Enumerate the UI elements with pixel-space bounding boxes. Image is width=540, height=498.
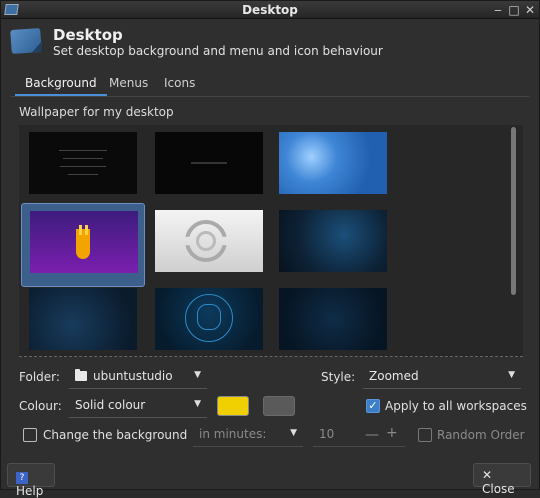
decrement-icon[interactable]: — [365, 427, 379, 443]
colour-combo[interactable]: Solid colour ▼ [69, 394, 207, 418]
wallpaper-thumb[interactable] [271, 281, 395, 356]
wallpaper-thumb[interactable] [21, 281, 145, 356]
random-order-checkbox[interactable] [418, 428, 432, 442]
colour-value: Solid colour [75, 398, 146, 412]
wallpaper-section-label: Wallpaper for my desktop [19, 105, 174, 119]
dialog-subtitle: Set desktop background and menu and icon… [53, 44, 383, 58]
wallpaper-dark-blue-1 [279, 210, 387, 272]
help-icon: ? [16, 472, 28, 484]
close-icon: ✕ [482, 468, 493, 482]
folder-label: Folder: [19, 370, 60, 384]
wallpaper-thumb[interactable] [271, 203, 395, 287]
chevron-down-icon: ▼ [290, 428, 297, 438]
wallpaper-thumb[interactable] [147, 203, 271, 287]
wallpaper-dark-blue-mascot [155, 288, 263, 350]
folder-value: ubuntustudio [93, 369, 173, 383]
titlebar[interactable]: Desktop ‒ □ ✕ [1, 1, 539, 19]
tab-divider [11, 96, 529, 97]
close-window-icon[interactable]: ✕ [523, 3, 537, 17]
gallery-scrollbar[interactable] [509, 125, 519, 357]
wallpaper-thumb[interactable] [271, 125, 395, 209]
change-background-label[interactable]: Change the background [43, 428, 187, 442]
gallery-scrollbar-thumb[interactable] [511, 127, 516, 295]
style-combo[interactable]: Zoomed ▼ [363, 365, 521, 389]
tab-background[interactable]: Background [15, 72, 107, 96]
wallpaper-dark-text [29, 132, 137, 194]
apply-all-checkbox[interactable]: ✓ [366, 399, 380, 413]
style-value: Zoomed [369, 369, 419, 383]
wallpaper-gallery[interactable] [19, 125, 523, 357]
wallpaper-thumb[interactable] [147, 125, 271, 209]
wallpaper-blue-bokeh [279, 132, 387, 194]
interval-combo[interactable]: in minutes: ▼ [193, 423, 303, 447]
chevron-down-icon: ▼ [508, 370, 515, 380]
interval-amount: 10 [319, 427, 335, 441]
folder-combo[interactable]: ubuntustudio ▼ [69, 365, 207, 389]
wallpaper-dark-minimal [155, 132, 263, 194]
desktop-settings-window: Desktop ‒ □ ✕ Desktop Set desktop backgr… [0, 0, 540, 498]
secondary-colour-button[interactable] [263, 396, 295, 416]
close-button[interactable]: ✕ Close [473, 463, 531, 496]
primary-colour-button[interactable] [217, 396, 249, 416]
tab-icons[interactable]: Icons [154, 72, 205, 96]
desktop-settings-icon [10, 27, 42, 55]
folder-icon [75, 369, 87, 381]
dialog-header: Desktop Set desktop background and menu … [1, 20, 539, 64]
tab-menus[interactable]: Menus [99, 72, 158, 96]
help-label: Help [16, 484, 44, 498]
window-title: Desktop [242, 3, 298, 17]
wallpaper-light-circles [155, 210, 263, 272]
style-label: Style: [321, 370, 356, 384]
chevron-down-icon: ▼ [194, 399, 201, 409]
change-background-checkbox[interactable] [23, 428, 37, 442]
wallpaper-thumb[interactable] [147, 281, 271, 356]
maximize-icon[interactable]: □ [507, 3, 521, 17]
dialog-title: Desktop [53, 26, 123, 44]
wallpaper-purple-ubuntustudio [30, 211, 138, 273]
help-button[interactable]: ?Help [7, 463, 55, 498]
wallpaper-dark-blue-2 [29, 288, 137, 350]
random-order-label[interactable]: Random Order [437, 428, 525, 442]
colour-label: Colour: [19, 399, 62, 413]
interval-value: in minutes: [199, 427, 267, 441]
wallpaper-dark-blue-3 [279, 288, 387, 350]
apply-all-label[interactable]: Apply to all workspaces [385, 399, 527, 413]
minimize-icon[interactable]: ‒ [491, 3, 505, 17]
increment-icon[interactable]: + [386, 425, 398, 441]
close-label: Close [482, 482, 515, 496]
wallpaper-thumb[interactable] [21, 125, 145, 209]
wallpaper-thumb-selected[interactable] [21, 203, 145, 287]
chevron-down-icon: ▼ [194, 370, 201, 380]
